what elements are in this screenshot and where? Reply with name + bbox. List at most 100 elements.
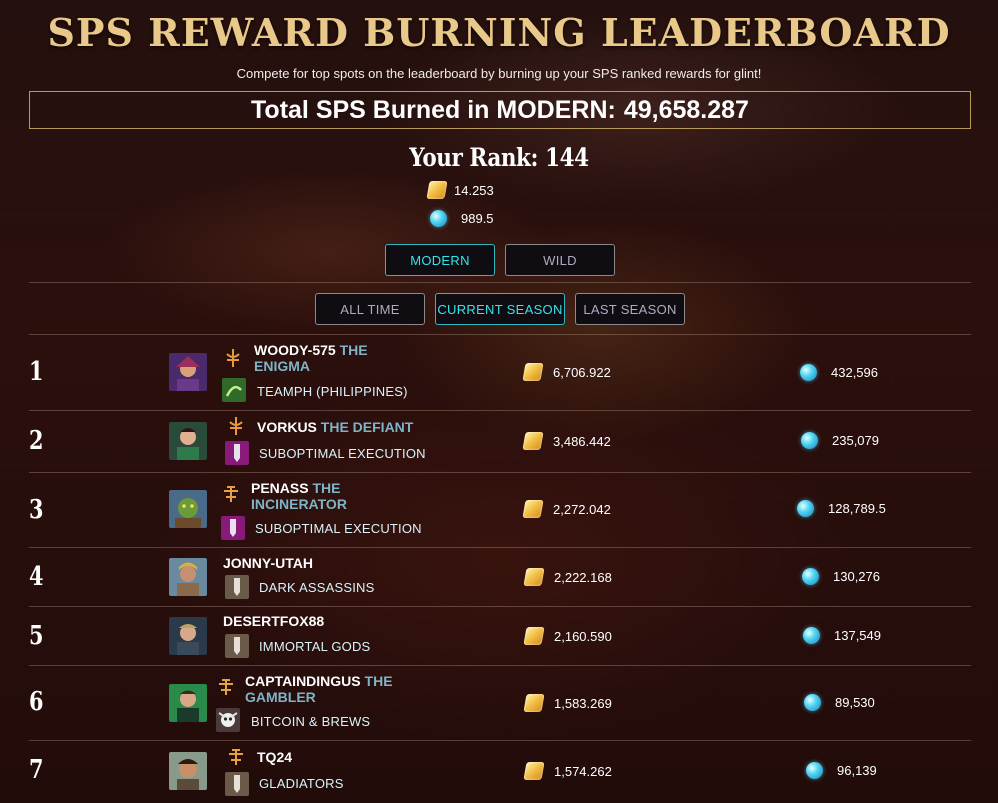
tab-modern[interactable]: MODERN <box>385 244 495 276</box>
glint-earned-value: 432,596 <box>831 365 878 380</box>
guild-name[interactable]: SUBOPTIMAL EXECUTION <box>255 521 422 536</box>
sps-burned-value: 3,486.442 <box>553 433 611 449</box>
player-name[interactable]: DESERTFOX88 <box>223 613 393 629</box>
glint-earned: 432,596 <box>800 364 878 381</box>
sps-burned-value: 1,583.269 <box>554 695 612 711</box>
rank-number: 4 <box>29 562 44 592</box>
sps-token-icon <box>426 181 448 199</box>
leaderboard-row[interactable]: 6 CAPTAINDINGUS THE GAMBLER BITCOIN & BR… <box>29 666 971 740</box>
tab-wild[interactable]: WILD <box>505 244 615 276</box>
glint-earned-value: 130,276 <box>833 569 880 584</box>
page-subtitle: Compete for top spots on the leaderboard… <box>236 66 762 81</box>
sps-burned-value: 6,706.922 <box>553 364 611 380</box>
glint-orb-icon <box>797 500 814 517</box>
guild-name[interactable]: IMMORTAL GODS <box>259 639 370 654</box>
leaderboard-row[interactable]: 4 JONNY-UTAH DARK ASSASSINS 2,222.168 13… <box>29 548 971 606</box>
player-name[interactable]: JONNY-UTAH <box>223 555 393 571</box>
guild-name[interactable]: SUBOPTIMAL EXECUTION <box>259 446 426 461</box>
player-name-text: CAPTAINDINGUS <box>245 673 361 689</box>
guild-name[interactable]: GLADIATORS <box>259 776 344 791</box>
glint-orb-icon <box>806 762 823 779</box>
player-name[interactable]: CAPTAINDINGUS THE GAMBLER <box>245 673 445 705</box>
glint-earned: 128,789.5 <box>797 500 886 517</box>
sps-burned-value: 2,272.042 <box>553 501 611 517</box>
player-name-text: VORKUS <box>257 419 317 435</box>
leaderboard-row[interactable]: 2 VORKUS THE DEFIANT SUBOPTIMAL EXECUTIO… <box>29 411 971 472</box>
guild-banner-icon <box>222 378 246 402</box>
glint-orb-icon <box>803 627 820 644</box>
player-name[interactable]: TQ24 <box>257 749 377 765</box>
leaderboard-row[interactable]: 5 DESERTFOX88 IMMORTAL GODS 2,160.590 13… <box>29 607 971 665</box>
glint-earned: 89,530 <box>804 694 875 711</box>
total-burned-banner: Total SPS Burned in MODERN: 49,658.287 <box>29 91 971 129</box>
rank-number: 3 <box>29 495 44 525</box>
sps-burned: 1,583.269 <box>523 694 612 712</box>
avatar[interactable] <box>169 684 207 722</box>
sps-token-icon <box>523 694 545 712</box>
sps-burned-value: 1,574.262 <box>554 763 612 779</box>
guild-banner-icon <box>225 772 249 796</box>
your-glint-value: 989.5 <box>461 211 494 226</box>
player-epithet: THE DEFIANT <box>320 419 414 435</box>
glint-earned-value: 96,139 <box>837 763 877 778</box>
sps-token-icon <box>522 500 544 518</box>
guild-banner-icon <box>216 708 240 732</box>
tab-current-season[interactable]: CURRENT SEASON <box>435 293 565 325</box>
leaderboard-row[interactable]: 1 WOODY-575 THE ENIGMA TEAMPH (PHILIPPIN… <box>29 335 971 410</box>
total-burned-label: Total SPS Burned in MODERN: <box>251 95 616 124</box>
tab-last-season[interactable]: LAST SEASON <box>575 293 685 325</box>
sps-burned: 2,272.042 <box>522 500 611 518</box>
league-emblem-icon <box>225 746 247 768</box>
avatar[interactable] <box>169 422 207 460</box>
sps-token-icon <box>522 432 544 450</box>
glint-earned: 96,139 <box>806 762 877 779</box>
league-emblem-icon <box>220 483 242 505</box>
sps-token-icon <box>522 363 544 381</box>
divider <box>29 282 971 283</box>
avatar[interactable] <box>169 490 207 528</box>
sps-burned: 6,706.922 <box>522 363 611 381</box>
guild-name[interactable]: BITCOIN & BREWS <box>251 714 370 729</box>
sps-burned: 3,486.442 <box>522 432 611 450</box>
rank-number: 1 <box>29 357 44 387</box>
league-emblem-icon <box>225 415 247 437</box>
avatar[interactable] <box>169 752 207 790</box>
your-glint-stat: 989.5 <box>430 210 494 227</box>
guild-name[interactable]: TEAMPH (PHILIPPINES) <box>257 384 408 399</box>
league-emblem-icon <box>222 347 244 369</box>
avatar[interactable] <box>169 617 207 655</box>
player-name[interactable]: WOODY-575 THE ENIGMA <box>254 342 424 374</box>
sps-burned-value: 2,160.590 <box>554 628 612 644</box>
sps-burned: 2,222.168 <box>523 568 612 586</box>
leaderboard-row[interactable]: 7 TQ24 GLADIATORS 1,574.262 96,139 <box>29 741 971 803</box>
sps-token-icon <box>523 762 545 780</box>
your-rank-heading: Your Rank: 144 <box>409 143 589 172</box>
glint-orb-icon <box>802 568 819 585</box>
glint-earned-value: 137,549 <box>834 628 881 643</box>
glint-orb-icon <box>800 364 817 381</box>
your-sps-stat: 14.253 <box>426 181 494 199</box>
player-name-text: DESERTFOX88 <box>223 613 325 629</box>
glint-earned: 137,549 <box>803 627 881 644</box>
tab-all-time[interactable]: ALL TIME <box>315 293 425 325</box>
guild-name[interactable]: DARK ASSASSINS <box>259 580 375 595</box>
league-emblem-icon <box>215 676 237 698</box>
avatar[interactable] <box>169 558 207 596</box>
player-name-text: PENASS <box>251 480 309 496</box>
guild-banner-icon <box>225 441 249 465</box>
player-name-text: WOODY-575 <box>254 342 336 358</box>
glint-earned: 235,079 <box>801 432 879 449</box>
avatar[interactable] <box>169 353 207 391</box>
glint-orb-icon <box>801 432 818 449</box>
player-name[interactable]: PENASS THE INCINERATOR <box>251 480 401 512</box>
rank-number: 5 <box>29 621 44 651</box>
sps-burned-value: 2,222.168 <box>554 569 612 585</box>
page-title: SPS REWARD BURNING LEADERBOARD <box>47 10 951 55</box>
leaderboard-row[interactable]: 3 PENASS THE INCINERATOR SUBOPTIMAL EXEC… <box>29 473 971 547</box>
glint-earned-value: 235,079 <box>832 433 879 448</box>
rank-number: 2 <box>29 426 44 456</box>
player-name-text: TQ24 <box>257 749 293 765</box>
sps-token-icon <box>523 627 545 645</box>
player-name[interactable]: VORKUS THE DEFIANT <box>257 419 477 435</box>
glint-orb-icon <box>430 210 447 227</box>
